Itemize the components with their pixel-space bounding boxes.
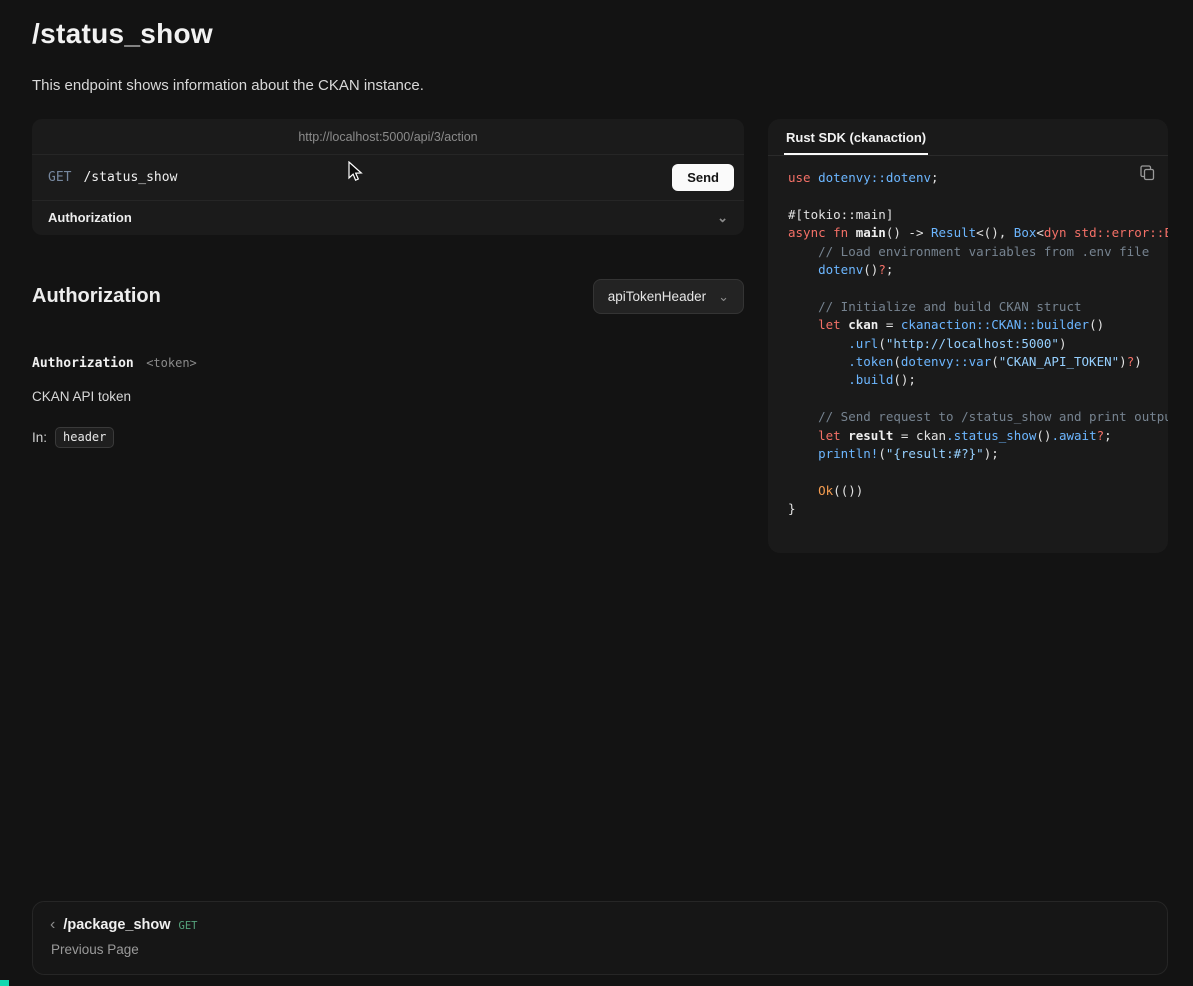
chevron-left-icon: ‹ <box>50 917 55 933</box>
request-card: http://localhost:5000/api/3/action GET /… <box>32 119 744 235</box>
request-auth-label: Authorization <box>48 210 132 225</box>
code-body: use dotenvy::dotenv; #[tokio::main]async… <box>768 156 1168 553</box>
param-type: <token> <box>146 356 197 370</box>
page: /status_show This endpoint shows informa… <box>0 0 1193 986</box>
left-column: http://localhost:5000/api/3/action GET /… <box>32 119 744 448</box>
auth-scheme-value: apiTokenHeader <box>608 289 706 304</box>
main-content: http://localhost:5000/api/3/action GET /… <box>32 119 1168 553</box>
authorization-heading: Authorization <box>32 285 161 308</box>
page-description: This endpoint shows information about th… <box>32 77 1168 94</box>
request-row: GET /status_show Send <box>32 155 744 200</box>
endpoint-path: /status_show <box>83 170 177 185</box>
send-button[interactable]: Send <box>672 164 734 191</box>
param-name: Authorization <box>32 356 134 371</box>
in-label: In: <box>32 430 47 445</box>
in-value-badge: header <box>55 427 114 448</box>
code-panel: Rust SDK (ckanaction) use dotenvy::doten… <box>768 119 1168 553</box>
param-location-row: In: header <box>32 427 744 448</box>
request-auth-toggle[interactable]: Authorization ⌄ <box>32 200 744 235</box>
page-title: /status_show <box>32 18 1168 50</box>
param-description: CKAN API token <box>32 389 744 404</box>
tab-rust-sdk-label: Rust SDK (ckanaction) <box>786 130 926 145</box>
code-block[interactable]: use dotenvy::dotenv; #[tokio::main]async… <box>788 169 1168 519</box>
tab-rust-sdk[interactable]: Rust SDK (ckanaction) <box>784 119 928 155</box>
prev-page-label: Previous Page <box>50 942 1150 957</box>
chevron-down-icon: ⌄ <box>718 290 729 303</box>
prev-page-title-row: ‹ /package_show GET <box>50 917 1150 933</box>
copy-icon[interactable] <box>1140 165 1155 184</box>
base-url-bar: http://localhost:5000/api/3/action <box>32 119 744 155</box>
base-url: http://localhost:5000/api/3/action <box>298 130 477 144</box>
chevron-down-icon: ⌄ <box>717 211 728 224</box>
prev-page-card[interactable]: ‹ /package_show GET Previous Page <box>32 901 1168 975</box>
corner-artifact <box>0 980 9 986</box>
auth-header-row: Authorization apiTokenHeader ⌄ <box>32 279 744 314</box>
param-row: Authorization <token> <box>32 354 744 372</box>
auth-scheme-dropdown[interactable]: apiTokenHeader ⌄ <box>593 279 744 314</box>
code-tabs: Rust SDK (ckanaction) <box>768 119 1168 156</box>
http-method: GET <box>48 170 71 185</box>
prev-page-method: GET <box>179 920 198 932</box>
prev-page-title: /package_show <box>63 917 170 933</box>
